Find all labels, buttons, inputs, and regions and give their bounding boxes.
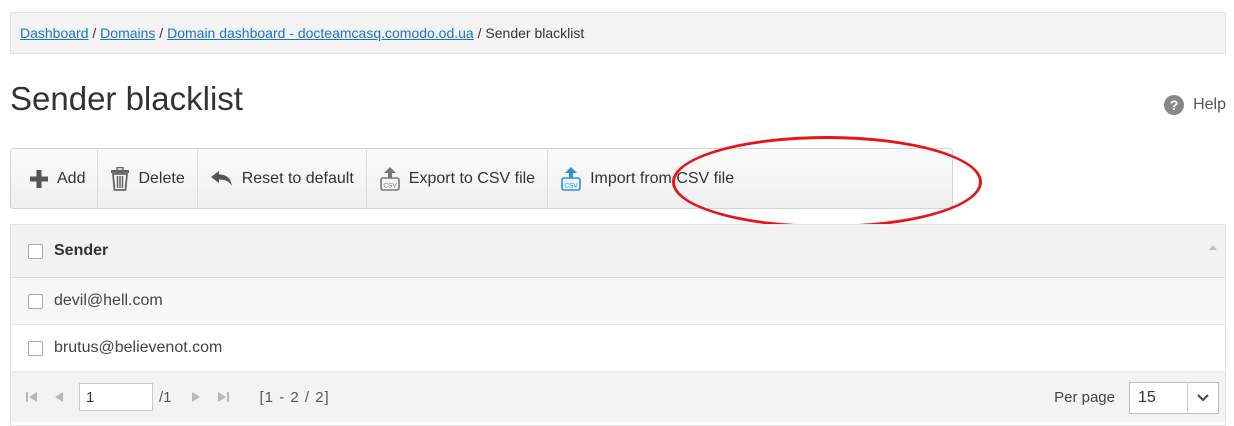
svg-text:CSV: CSV — [564, 182, 578, 189]
next-page-icon[interactable] — [190, 390, 202, 404]
trash-icon — [110, 166, 130, 191]
import-csv-button[interactable]: CSV Import from CSV file — [548, 149, 760, 208]
import-button-label: Import from CSV file — [590, 169, 735, 187]
record-range: [1 - 2 / 2] — [259, 388, 330, 406]
sender-email: devil@hell.com — [54, 292, 163, 309]
first-page-icon[interactable] — [25, 390, 39, 404]
sort-arrow-icon[interactable] — [1209, 245, 1217, 250]
delete-button-label: Delete — [138, 169, 185, 187]
breadcrumb-domains[interactable]: Domains — [100, 25, 155, 41]
sender-column-header[interactable]: Sender — [54, 242, 108, 260]
breadcrumb-current: Sender blacklist — [485, 25, 585, 41]
export-csv-button[interactable]: CSV Export to CSV file — [367, 149, 549, 208]
help-icon: ? — [1164, 95, 1185, 115]
page: Dashboard / Domains / Domain dashboard -… — [0, 0, 1234, 426]
row-checkbox[interactable] — [28, 340, 43, 356]
per-page-select[interactable]: 15 — [1129, 382, 1219, 414]
grid-header: Sender — [11, 225, 1225, 278]
breadcrumb-separator: / — [155, 25, 168, 41]
total-pages: /1 — [159, 388, 172, 406]
breadcrumb-domain-dashboard[interactable]: Domain dashboard - docteamcasq.comodo.od… — [167, 25, 474, 41]
sender-email: brutus@believenot.com — [54, 339, 223, 356]
help-link[interactable]: ? Help — [1164, 95, 1226, 115]
table-row[interactable]: devil@hell.com — [11, 278, 1225, 325]
export-csv-icon: CSV — [379, 166, 401, 191]
page-title: Sender blacklist — [10, 80, 243, 117]
toolbar: Add Delete Reset to default CSV Export t… — [10, 148, 953, 209]
reset-button-label: Reset to default — [241, 169, 354, 187]
pager: /1 [1 - 2 / 2] Per page 15 — [11, 372, 1225, 422]
row-checkbox[interactable] — [28, 293, 43, 309]
svg-text:CSV: CSV — [383, 182, 397, 189]
select-all-checkbox[interactable] — [28, 243, 43, 259]
import-csv-icon: CSV — [560, 166, 582, 191]
sender-grid: Sender devil@hell.com brutus@believenot.… — [10, 224, 1226, 426]
plus-icon — [29, 169, 49, 189]
help-label: Help — [1193, 96, 1226, 113]
page-number-input[interactable] — [79, 383, 153, 411]
per-page-value: 15 — [1138, 389, 1156, 406]
breadcrumb: Dashboard / Domains / Domain dashboard -… — [10, 12, 1226, 54]
per-page-label: Per page — [1054, 389, 1115, 406]
breadcrumb-separator: / — [88, 25, 101, 41]
export-button-label: Export to CSV file — [408, 169, 536, 187]
delete-button[interactable]: Delete — [98, 149, 198, 208]
table-row[interactable]: brutus@believenot.com — [11, 325, 1225, 372]
prev-page-icon[interactable] — [53, 390, 65, 404]
add-button[interactable]: Add — [11, 149, 99, 208]
reset-to-default-button[interactable]: Reset to default — [198, 149, 367, 208]
last-page-icon[interactable] — [216, 390, 230, 404]
breadcrumb-separator: / — [473, 25, 486, 41]
chevron-down-icon[interactable] — [1187, 383, 1218, 413]
add-button-label: Add — [57, 169, 86, 187]
undo-icon — [210, 169, 234, 189]
breadcrumb-dashboard[interactable]: Dashboard — [20, 25, 89, 41]
